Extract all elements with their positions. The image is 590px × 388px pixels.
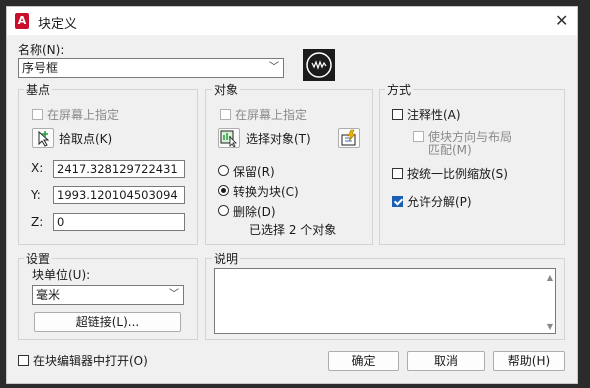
settings-title: 设置 [24,250,53,267]
window-title: 块定义 [38,17,78,32]
convert-to-block-radio[interactable] [218,185,229,196]
description-textarea[interactable]: ▲ ▼ [214,268,556,334]
selected-objects-count: 已选择 2 个对象 [249,223,337,237]
close-icon[interactable]: ✕ [555,11,568,30]
open-in-block-editor-label: 在块编辑器中打开(O) [33,354,148,368]
block-preview-thumbnail [303,49,335,81]
name-combobox[interactable]: 序号框 ﹀ [18,58,284,78]
objects-specify-on-screen-label: 在屏幕上指定 [235,108,308,122]
base-point-title: 基点 [24,81,53,98]
preview-icon [306,52,332,78]
z-label: Z: [31,215,44,229]
allow-exploding-label: 允许分解(P) [407,195,472,209]
name-label: 名称(N): [18,43,65,57]
base-specify-on-screen-label: 在屏幕上指定 [47,108,120,122]
chevron-down-icon[interactable]: ﹀ [269,59,279,77]
retain-radio[interactable] [218,165,229,176]
chevron-down-icon[interactable]: ﹀ [169,286,179,304]
name-value: 序号框 [22,61,59,75]
annotative-label: 注释性(A) [407,108,461,122]
quick-select-icon [341,129,356,146]
ok-button[interactable]: 确定 [328,351,399,371]
scroll-up-icon[interactable]: ▲ [547,273,553,282]
open-in-block-editor-checkbox[interactable] [18,355,29,366]
select-objects-icon [220,130,237,148]
select-objects-button[interactable] [218,128,240,148]
scale-uniformly-label: 按统一比例缩放(S) [407,167,508,181]
hyperlink-button[interactable]: 超链接(L)... [34,312,181,332]
select-objects-label[interactable]: 选择对象(T) [246,130,311,147]
pick-point-label[interactable]: 拾取点(K) [59,130,112,147]
x-coordinate-input[interactable]: 2417.328129722431 [53,160,185,178]
scroll-down-icon[interactable]: ▼ [547,322,553,331]
match-orientation-label-2: 匹配(M) [428,143,472,157]
description-title: 说明 [212,250,241,267]
base-specify-on-screen-checkbox[interactable] [32,109,43,120]
quick-select-button[interactable] [338,128,360,148]
delete-label: 删除(D) [233,205,276,219]
annotative-checkbox[interactable] [392,109,403,120]
match-orientation-checkbox[interactable] [413,131,424,142]
delete-radio[interactable] [218,205,229,216]
autocad-app-icon: A [15,13,29,29]
y-coordinate-input[interactable]: 1993.120104503094 [53,186,185,204]
objects-title: 对象 [212,81,241,98]
help-button[interactable]: 帮助(H) [493,351,565,371]
block-unit-label: 块单位(U): [32,268,91,282]
objects-specify-on-screen-checkbox[interactable] [220,109,231,120]
cancel-button[interactable]: 取消 [407,351,485,371]
block-unit-select[interactable]: 毫米 ﹀ [32,285,184,305]
pick-point-button[interactable] [32,128,54,148]
block-definition-dialog: A 块定义 ✕ 名称(N): 序号框 ﹀ 基点 在屏幕上指定 拾取点(K) X:… [6,6,578,384]
pick-point-icon [38,130,50,147]
scale-uniformly-checkbox[interactable] [392,168,403,179]
behavior-title: 方式 [385,81,414,98]
convert-to-block-label: 转换为块(C) [233,185,299,199]
retain-label: 保留(R) [233,165,275,179]
title-bar: A 块定义 ✕ [7,7,577,35]
block-unit-value: 毫米 [36,288,61,302]
allow-exploding-checkbox[interactable] [392,196,403,207]
z-coordinate-input[interactable]: 0 [53,213,185,231]
y-label: Y: [31,188,41,202]
x-label: X: [31,161,44,175]
